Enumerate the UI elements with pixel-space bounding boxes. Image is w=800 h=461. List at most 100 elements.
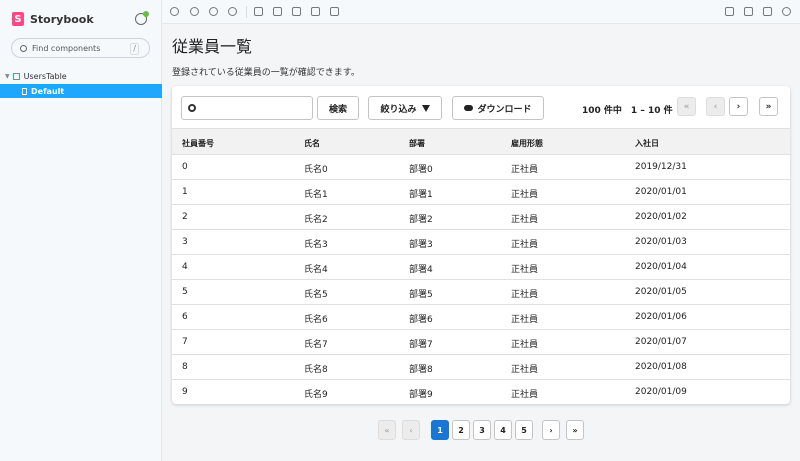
cell-employee-id: 1	[182, 187, 188, 197]
story-canvas: 従業員一覧 登録されている従業員の一覧が確認できます。 検索 絞り込み ダウンロ…	[162, 24, 800, 461]
cell-employment-type: 正社員	[511, 240, 539, 250]
cell-join-date: 2020/01/07	[635, 337, 687, 347]
viewport-icon[interactable]	[292, 7, 301, 16]
background-icon[interactable]	[254, 7, 263, 16]
bookmark-icon	[22, 87, 27, 95]
table-row[interactable]: 6 氏名6 部署6 正社員 2020/01/06	[172, 305, 790, 330]
sidebar: S Storybook Find components / ▼ UsersTab…	[0, 0, 162, 461]
cell-employee-id: 3	[182, 237, 188, 247]
cell-employee-id: 4	[182, 262, 188, 272]
sidebar-group-label: UsersTable	[23, 72, 67, 81]
cell-name: 氏名6	[304, 315, 328, 325]
search-button-label: 検索	[328, 104, 347, 115]
sidebar-item-label: Default	[31, 86, 65, 96]
next-page-button[interactable]: ›	[729, 97, 748, 116]
cell-employment-type: 正社員	[511, 365, 539, 375]
cell-department: 部署1	[409, 190, 433, 200]
cell-name: 氏名2	[304, 215, 328, 225]
cell-employee-id: 5	[182, 287, 188, 297]
filter-button[interactable]: 絞り込み	[368, 96, 442, 120]
pager-last-button[interactable]: »	[566, 420, 584, 440]
search-button[interactable]: 検索	[317, 96, 359, 120]
open-new-tab-icon[interactable]	[763, 7, 772, 16]
cell-name: 氏名0	[304, 165, 328, 175]
cell-department: 部署7	[409, 340, 433, 350]
storybook-brand[interactable]: S Storybook	[12, 12, 94, 26]
pager-prev-button[interactable]: ‹	[402, 420, 420, 440]
cell-employment-type: 正社員	[511, 340, 539, 350]
cell-employment-type: 正社員	[511, 315, 539, 325]
copy-link-icon[interactable]	[782, 7, 791, 16]
addons-panel-icon[interactable]	[725, 7, 734, 16]
cell-department: 部署4	[409, 265, 433, 275]
cell-employee-id: 6	[182, 312, 188, 322]
sidebar-group-userstable[interactable]: ▼ UsersTable	[5, 72, 67, 81]
table-row[interactable]: 9 氏名9 部署9 正社員 2020/01/09	[172, 380, 790, 404]
cell-employment-type: 正社員	[511, 290, 539, 300]
zoom-reset-icon[interactable]	[228, 7, 237, 16]
pager-next-button[interactable]: ›	[542, 420, 560, 440]
sidebar-item-default[interactable]: Default	[0, 84, 162, 98]
table-row[interactable]: 4 氏名4 部署4 正社員 2020/01/04	[172, 255, 790, 280]
page-button-4[interactable]: 4	[494, 420, 512, 440]
settings-button[interactable]	[135, 11, 149, 25]
pager-first-button[interactable]: «	[378, 420, 396, 440]
last-page-button[interactable]: »	[759, 97, 778, 116]
cell-department: 部署3	[409, 240, 433, 250]
column-header-employee-id[interactable]: 社員番号	[182, 138, 214, 149]
grid-icon[interactable]	[273, 7, 282, 16]
toolbar-divider	[246, 6, 247, 18]
page-button-2[interactable]: 2	[452, 420, 470, 440]
cloud-download-icon	[464, 105, 474, 111]
cell-department: 部署5	[409, 290, 433, 300]
page-button-5[interactable]: 5	[515, 420, 533, 440]
table-row[interactable]: 0 氏名0 部署0 正社員 2019/12/31	[172, 155, 790, 180]
table-row[interactable]: 8 氏名8 部署8 正社員 2020/01/08	[172, 355, 790, 380]
column-header-join-date[interactable]: 入社日	[635, 138, 659, 149]
page-button-3[interactable]: 3	[473, 420, 491, 440]
reload-icon[interactable]	[170, 7, 179, 16]
table-search-input[interactable]	[181, 96, 313, 120]
cell-name: 氏名8	[304, 365, 328, 375]
page-title: 従業員一覧	[172, 37, 253, 56]
cell-join-date: 2020/01/06	[635, 312, 687, 322]
page-button-1[interactable]: 1	[431, 420, 449, 440]
cell-join-date: 2020/01/01	[635, 187, 687, 197]
cell-name: 氏名9	[304, 390, 328, 400]
prev-page-button[interactable]: ‹	[706, 97, 725, 116]
zoom-out-icon[interactable]	[209, 7, 218, 16]
component-search-input[interactable]: Find components /	[11, 38, 150, 58]
search-placeholder: Find components	[32, 43, 101, 53]
table-row[interactable]: 3 氏名3 部署3 正社員 2020/01/03	[172, 230, 790, 255]
cell-department: 部署6	[409, 315, 433, 325]
download-button-label: ダウンロード	[477, 104, 532, 115]
cell-join-date: 2020/01/09	[635, 387, 687, 397]
cell-join-date: 2019/12/31	[635, 162, 687, 172]
table-row[interactable]: 2 氏名2 部署2 正社員 2020/01/02	[172, 205, 790, 230]
cell-employment-type: 正社員	[511, 215, 539, 225]
table-row[interactable]: 7 氏名7 部署7 正社員 2020/01/07	[172, 330, 790, 355]
column-header-employment-type[interactable]: 雇用形態	[511, 138, 543, 149]
column-header-department[interactable]: 部署	[409, 138, 425, 149]
first-page-button[interactable]: «	[677, 97, 696, 116]
table-header: 社員番号 氏名 部署 雇用形態 入社日	[172, 128, 790, 155]
column-header-name[interactable]: 氏名	[304, 138, 320, 149]
zoom-in-icon[interactable]	[190, 7, 199, 16]
download-button[interactable]: ダウンロード	[452, 96, 544, 120]
cell-name: 氏名7	[304, 340, 328, 350]
cell-department: 部署0	[409, 165, 433, 175]
cell-join-date: 2020/01/03	[635, 237, 687, 247]
table-row[interactable]: 5 氏名5 部署5 正社員 2020/01/05	[172, 280, 790, 305]
fullscreen-icon[interactable]	[744, 7, 753, 16]
cell-department: 部署2	[409, 215, 433, 225]
cell-department: 部署9	[409, 390, 433, 400]
cell-employment-type: 正社員	[511, 390, 539, 400]
outline-icon[interactable]	[330, 7, 339, 16]
table-row[interactable]: 1 氏名1 部署1 正社員 2020/01/01	[172, 180, 790, 205]
cell-employee-id: 0	[182, 162, 188, 172]
cell-employment-type: 正社員	[511, 165, 539, 175]
search-icon	[188, 104, 196, 112]
measure-icon[interactable]	[311, 7, 320, 16]
search-icon	[20, 44, 27, 52]
cell-department: 部署8	[409, 365, 433, 375]
